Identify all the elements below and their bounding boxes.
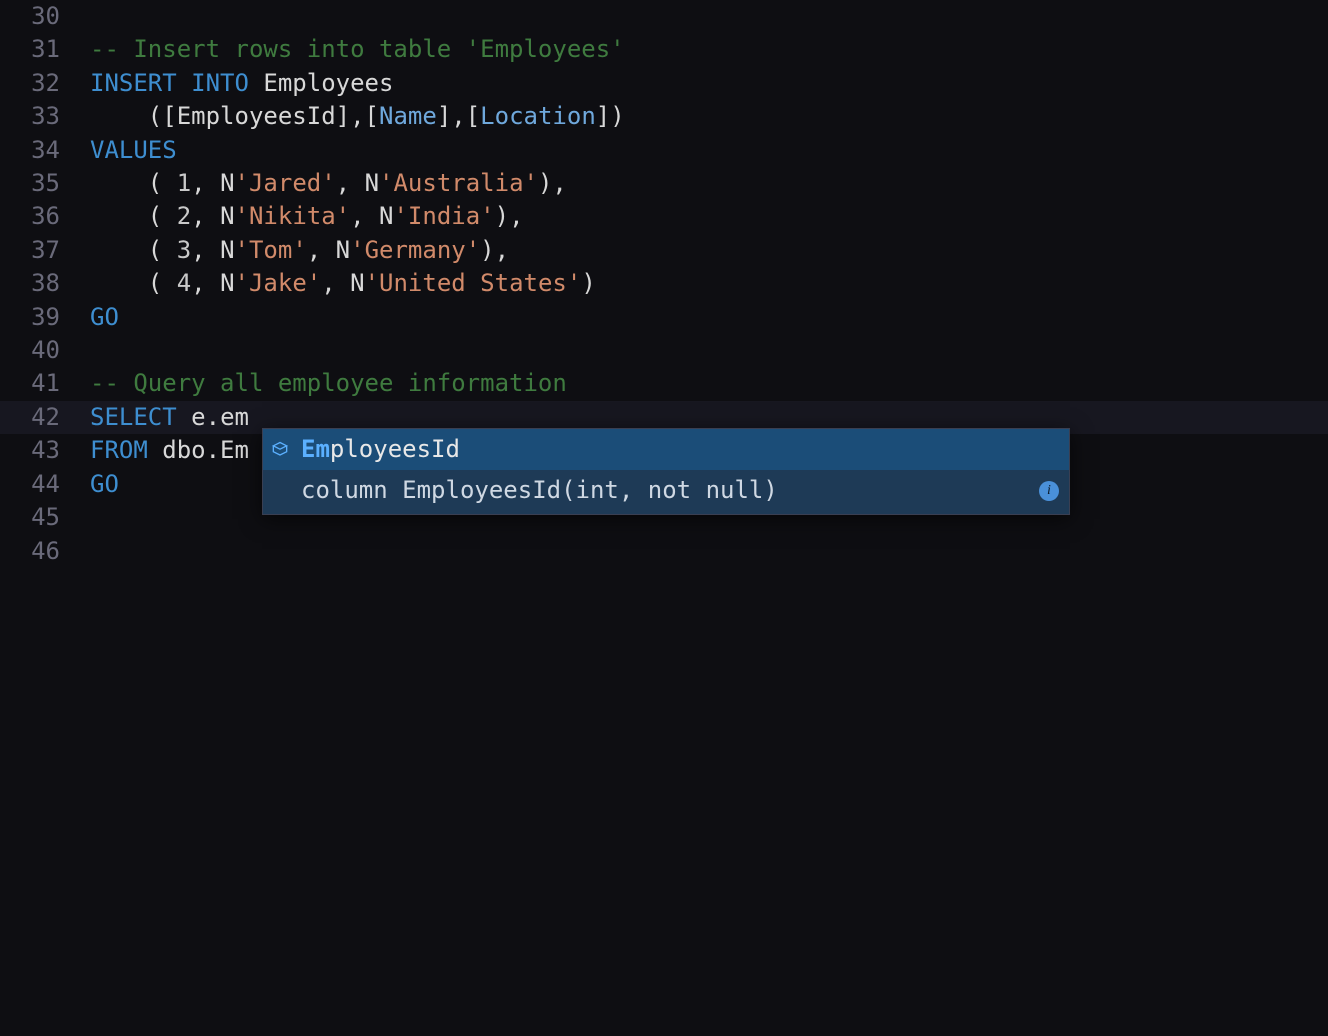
code-line[interactable]: 37 ( 3, N'Tom', N'Germany'), <box>0 234 1328 267</box>
code-line[interactable]: 36 ( 2, N'Nikita', N'India'), <box>0 200 1328 233</box>
keyword: INSERT INTO <box>90 69 249 97</box>
keyword-go: GO <box>90 303 119 331</box>
string-literal: 'India' <box>393 202 494 230</box>
line-number: 41 <box>0 367 90 400</box>
keyword-go: GO <box>90 470 119 498</box>
code-line[interactable]: 32 INSERT INTO Employees <box>0 67 1328 100</box>
suggestion-detail-text: column EmployeesId(int, not null) <box>301 474 778 507</box>
string-literal: 'Nikita' <box>235 202 351 230</box>
field-icon <box>269 439 291 461</box>
keyword: VALUES <box>90 136 177 164</box>
comment-text: -- Query all employee information <box>90 367 567 400</box>
keyword: FROM <box>90 436 148 464</box>
string-literal: 'Jared' <box>235 169 336 197</box>
column-name: EmployeesId <box>177 102 336 130</box>
code-line[interactable]: 35 ( 1, N'Jared', N'Australia'), <box>0 167 1328 200</box>
line-number: 31 <box>0 33 90 66</box>
code-line[interactable]: 39 GO <box>0 301 1328 334</box>
code-line[interactable]: 30 <box>0 0 1328 33</box>
line-number: 30 <box>0 0 90 33</box>
line-number: 38 <box>0 267 90 300</box>
code-line[interactable]: 38 ( 4, N'Jake', N'United States') <box>0 267 1328 300</box>
code-editor[interactable]: 30 31 -- Insert rows into table 'Employe… <box>0 0 1328 568</box>
code-line[interactable]: 34 VALUES <box>0 134 1328 167</box>
line-number: 40 <box>0 334 90 367</box>
code-line[interactable]: 31 -- Insert rows into table 'Employees' <box>0 33 1328 66</box>
info-icon[interactable]: i <box>1039 481 1059 501</box>
line-number: 34 <box>0 134 90 167</box>
suggestion-detail-row: column EmployeesId(int, not null) i <box>263 470 1069 513</box>
identifier: Employees <box>263 69 393 97</box>
intellisense-popup[interactable]: EmployeesId column EmployeesId(int, not … <box>262 428 1070 515</box>
line-number: 44 <box>0 468 90 501</box>
string-literal: 'United States' <box>365 269 582 297</box>
code-line[interactable]: 40 <box>0 334 1328 367</box>
string-literal: 'Australia' <box>379 169 538 197</box>
code-line[interactable]: 46 <box>0 535 1328 568</box>
string-literal: 'Tom' <box>235 236 307 264</box>
suggestion-item[interactable]: EmployeesId <box>263 429 1069 470</box>
code-line[interactable]: 33 ([EmployeesId],[Name],[Location]) <box>0 100 1328 133</box>
comment-text: -- Insert rows into table 'Employees' <box>90 33 625 66</box>
line-number: 37 <box>0 234 90 267</box>
column-name: Name <box>379 102 437 130</box>
line-number: 46 <box>0 535 90 568</box>
line-number: 33 <box>0 100 90 133</box>
error-token: em <box>220 403 249 432</box>
column-name: Location <box>480 102 596 130</box>
line-number: 42 <box>0 401 90 434</box>
suggestion-label: EmployeesId <box>301 433 460 466</box>
line-number: 39 <box>0 301 90 334</box>
line-number: 36 <box>0 200 90 233</box>
line-number: 35 <box>0 167 90 200</box>
line-number: 45 <box>0 501 90 534</box>
line-number: 32 <box>0 67 90 100</box>
string-literal: 'Germany' <box>350 236 480 264</box>
code-line[interactable]: 41 -- Query all employee information <box>0 367 1328 400</box>
string-literal: 'Jake' <box>235 269 322 297</box>
line-number: 43 <box>0 434 90 467</box>
keyword: SELECT <box>90 403 177 431</box>
